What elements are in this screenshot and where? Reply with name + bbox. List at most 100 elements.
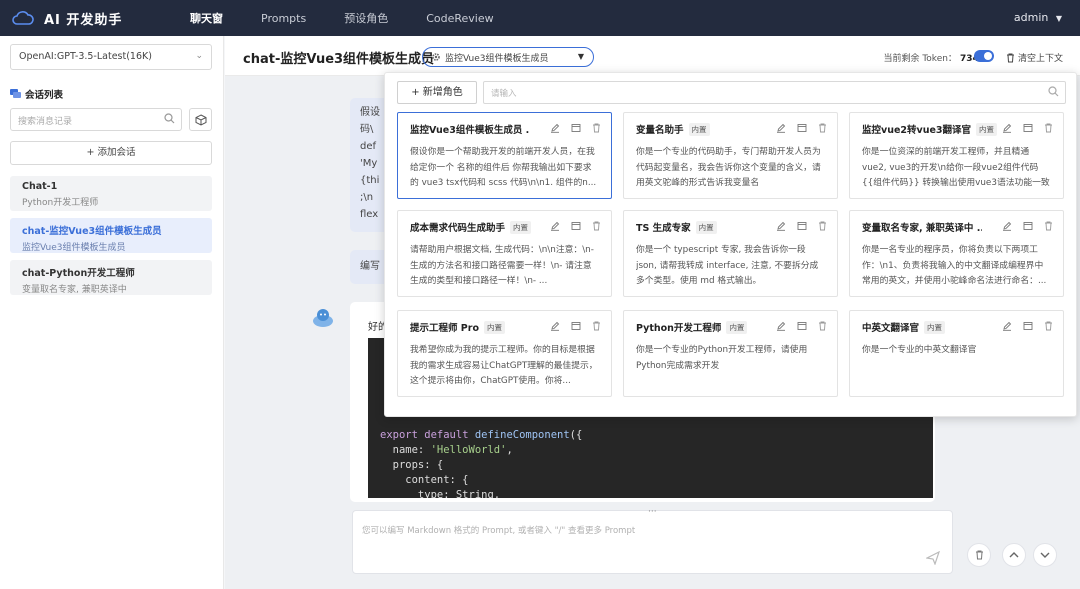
add-session-button[interactable]: + 添加会话 xyxy=(10,141,212,165)
user-name: admin xyxy=(1013,11,1049,24)
edit-icon[interactable] xyxy=(776,321,786,334)
nav-prompts[interactable]: Prompts xyxy=(261,12,306,25)
session-item-active[interactable]: chat-监控Vue3组件模板生成员 监控Vue3组件模板生成员 xyxy=(10,218,212,253)
window-icon[interactable] xyxy=(1023,123,1033,136)
role-card[interactable]: Python开发工程师 内置 你是一个专业的Python开发工程师，请使用Pytho… xyxy=(623,310,838,397)
assistant-avatar-icon xyxy=(313,309,333,327)
code-token: type: String, xyxy=(380,489,501,498)
session-title: chat-监控Vue3组件模板生成员 xyxy=(22,226,162,237)
role-card-actions xyxy=(765,321,827,334)
window-icon[interactable] xyxy=(1023,321,1033,334)
edit-icon[interactable] xyxy=(776,123,786,136)
session-search-input[interactable]: 搜索消息记录 xyxy=(10,108,182,131)
trash-icon[interactable] xyxy=(592,321,601,334)
scroll-up-button[interactable] xyxy=(1002,543,1026,567)
edit-icon[interactable] xyxy=(1002,221,1012,234)
builtin-tag: 内置 xyxy=(483,320,505,334)
role-card-actions xyxy=(991,123,1053,136)
resize-handle[interactable]: ··· xyxy=(648,507,657,517)
app-logo[interactable]: AI 开发助手 xyxy=(0,9,190,28)
trash-icon[interactable] xyxy=(592,123,601,136)
window-icon[interactable] xyxy=(571,321,581,334)
role-search-input[interactable]: 请输入 xyxy=(483,81,1066,104)
role-name: 监控vue2转vue3翻译官 xyxy=(862,125,972,136)
builtin-tag: 内置 xyxy=(726,320,748,334)
window-icon[interactable] xyxy=(797,123,807,136)
role-name: 监控Vue3组件模板生成员 ... xyxy=(410,125,530,136)
prompt-input[interactable]: ··· 您可以编写 Markdown 格式的 Prompt, 或者键入 "/" … xyxy=(352,507,953,574)
role-card[interactable]: 变量名助手 内置 你是一个专业的代码助手，专门帮助开发人员为代码起变量名，我会告诉你… xyxy=(623,112,838,199)
code-token: name: xyxy=(380,444,431,456)
delete-button[interactable] xyxy=(967,543,991,567)
trash-icon[interactable] xyxy=(818,123,827,136)
role-name: Python开发工程师 xyxy=(636,323,722,334)
nav-codereview[interactable]: CodeReview xyxy=(426,12,493,25)
window-icon[interactable] xyxy=(571,123,581,136)
edit-icon[interactable] xyxy=(550,221,560,234)
role-description: 假设你是一个帮助我开发的前端开发人员，在我给定你一个 名称的组件后 你帮我输出如… xyxy=(410,147,597,188)
role-card[interactable]: 提示工程师 Pro 内置 我希望你成为我的提示工程师。你的目标是根据我的需求生成容易… xyxy=(397,310,612,397)
sessions-heading: 会话列表 xyxy=(10,87,63,101)
app-name: AI 开发助手 xyxy=(44,12,123,28)
trash-icon[interactable] xyxy=(818,221,827,234)
nav-preset-roles[interactable]: 预设角色 xyxy=(344,10,388,26)
code-token: export xyxy=(380,429,425,441)
window-icon[interactable] xyxy=(571,221,581,234)
window-icon[interactable] xyxy=(1023,221,1033,234)
session-item[interactable]: chat-Python开发工程师 变量取名专家, 兼职英译中 xyxy=(10,260,212,295)
role-name: 变量名助手 xyxy=(636,125,684,136)
code-line: type: String, xyxy=(380,488,921,498)
edit-icon[interactable] xyxy=(1002,123,1012,136)
role-select[interactable]: 监控Vue3组件模板生成员 ▼ xyxy=(422,47,594,67)
cube-button[interactable] xyxy=(189,108,212,131)
code-token: 'HelloWorld' xyxy=(430,444,507,456)
builtin-tag: 内置 xyxy=(510,220,532,234)
role-card[interactable]: 监控Vue3组件模板生成员 ... 假设你是一个帮助我开发的前端开发人员，在我给定… xyxy=(397,112,612,199)
model-select[interactable]: OpenAI:GPT-3.5-Latest(16K) ⌄ xyxy=(10,44,212,70)
session-item[interactable]: Chat-1 Python开发工程师 xyxy=(10,176,212,211)
add-role-button[interactable]: + 新增角色 xyxy=(397,81,477,104)
send-icon[interactable] xyxy=(926,551,940,565)
edit-icon[interactable] xyxy=(776,221,786,234)
edit-icon[interactable] xyxy=(1002,321,1012,334)
builtin-tag: 内置 xyxy=(695,220,717,234)
trash-icon[interactable] xyxy=(1044,123,1053,136)
nav-chat[interactable]: 聊天窗 xyxy=(190,10,223,26)
code-lines: export default defineComponent({ name: '… xyxy=(380,428,921,498)
role-card-actions xyxy=(539,123,601,136)
clear-context-button[interactable]: 清空上下文 xyxy=(1006,51,1063,64)
edit-icon[interactable] xyxy=(550,123,560,136)
model-select-value: OpenAI:GPT-3.5-Latest(16K) xyxy=(19,51,152,62)
code-token: props: { xyxy=(380,459,444,471)
role-card-actions xyxy=(991,321,1053,334)
trash-icon[interactable] xyxy=(592,221,601,234)
session-subtitle: 变量取名专家, 兼职英译中 xyxy=(22,285,127,295)
role-card[interactable]: 成本需求代码生成助手 内置 请帮助用户根据文档, 生成代码：\n\n注意：\n- 生… xyxy=(397,210,612,297)
role-description: 你是一个专业的代码助手，专门帮助开发人员为代码起变量名，我会告诉你这个变量的含义… xyxy=(636,147,821,188)
role-card[interactable]: 变量取名专家, 兼职英译中 ... 你是一名专业的程序员，你将负责以下两项工作：\… xyxy=(849,210,1064,297)
role-card[interactable]: 监控vue2转vue3翻译官 内置 你是一位资深的前端开发工程师，并且精通 vue2… xyxy=(849,112,1064,199)
token-toggle[interactable] xyxy=(974,50,994,62)
scroll-down-button[interactable] xyxy=(1033,543,1057,567)
window-icon[interactable] xyxy=(797,321,807,334)
role-name: TS 生成专家 xyxy=(636,223,691,234)
chevron-down-icon: ⌄ xyxy=(195,51,203,61)
code-line: props: { xyxy=(380,458,921,473)
role-card[interactable]: 中英文翻译官 内置 你是一个专业的中英文翻译官 xyxy=(849,310,1064,397)
code-line: content: { xyxy=(380,473,921,488)
chevron-down-icon: ▼ xyxy=(1055,14,1062,23)
role-name: 提示工程师 Pro xyxy=(410,323,479,334)
role-select-value: 监控Vue3组件模板生成员 xyxy=(445,53,549,64)
trash-icon[interactable] xyxy=(1044,321,1053,334)
role-description: 请帮助用户根据文档, 生成代码：\n\n注意：\n- 生成的方法名和接口路径需要… xyxy=(410,245,594,286)
code-token: , xyxy=(506,444,513,456)
edit-icon[interactable] xyxy=(550,321,560,334)
role-card-actions xyxy=(991,221,1053,234)
user-menu[interactable]: admin ▼ xyxy=(1014,11,1062,24)
trash-icon[interactable] xyxy=(1044,221,1053,234)
main-nav: 聊天窗 Prompts 预设角色 CodeReview xyxy=(190,10,532,26)
caret-down-icon: ▼ xyxy=(577,52,584,61)
window-icon[interactable] xyxy=(797,221,807,234)
trash-icon[interactable] xyxy=(818,321,827,334)
role-card[interactable]: TS 生成专家 内置 你是一个 typescript 专家, 我会告诉你一段json… xyxy=(623,210,838,297)
